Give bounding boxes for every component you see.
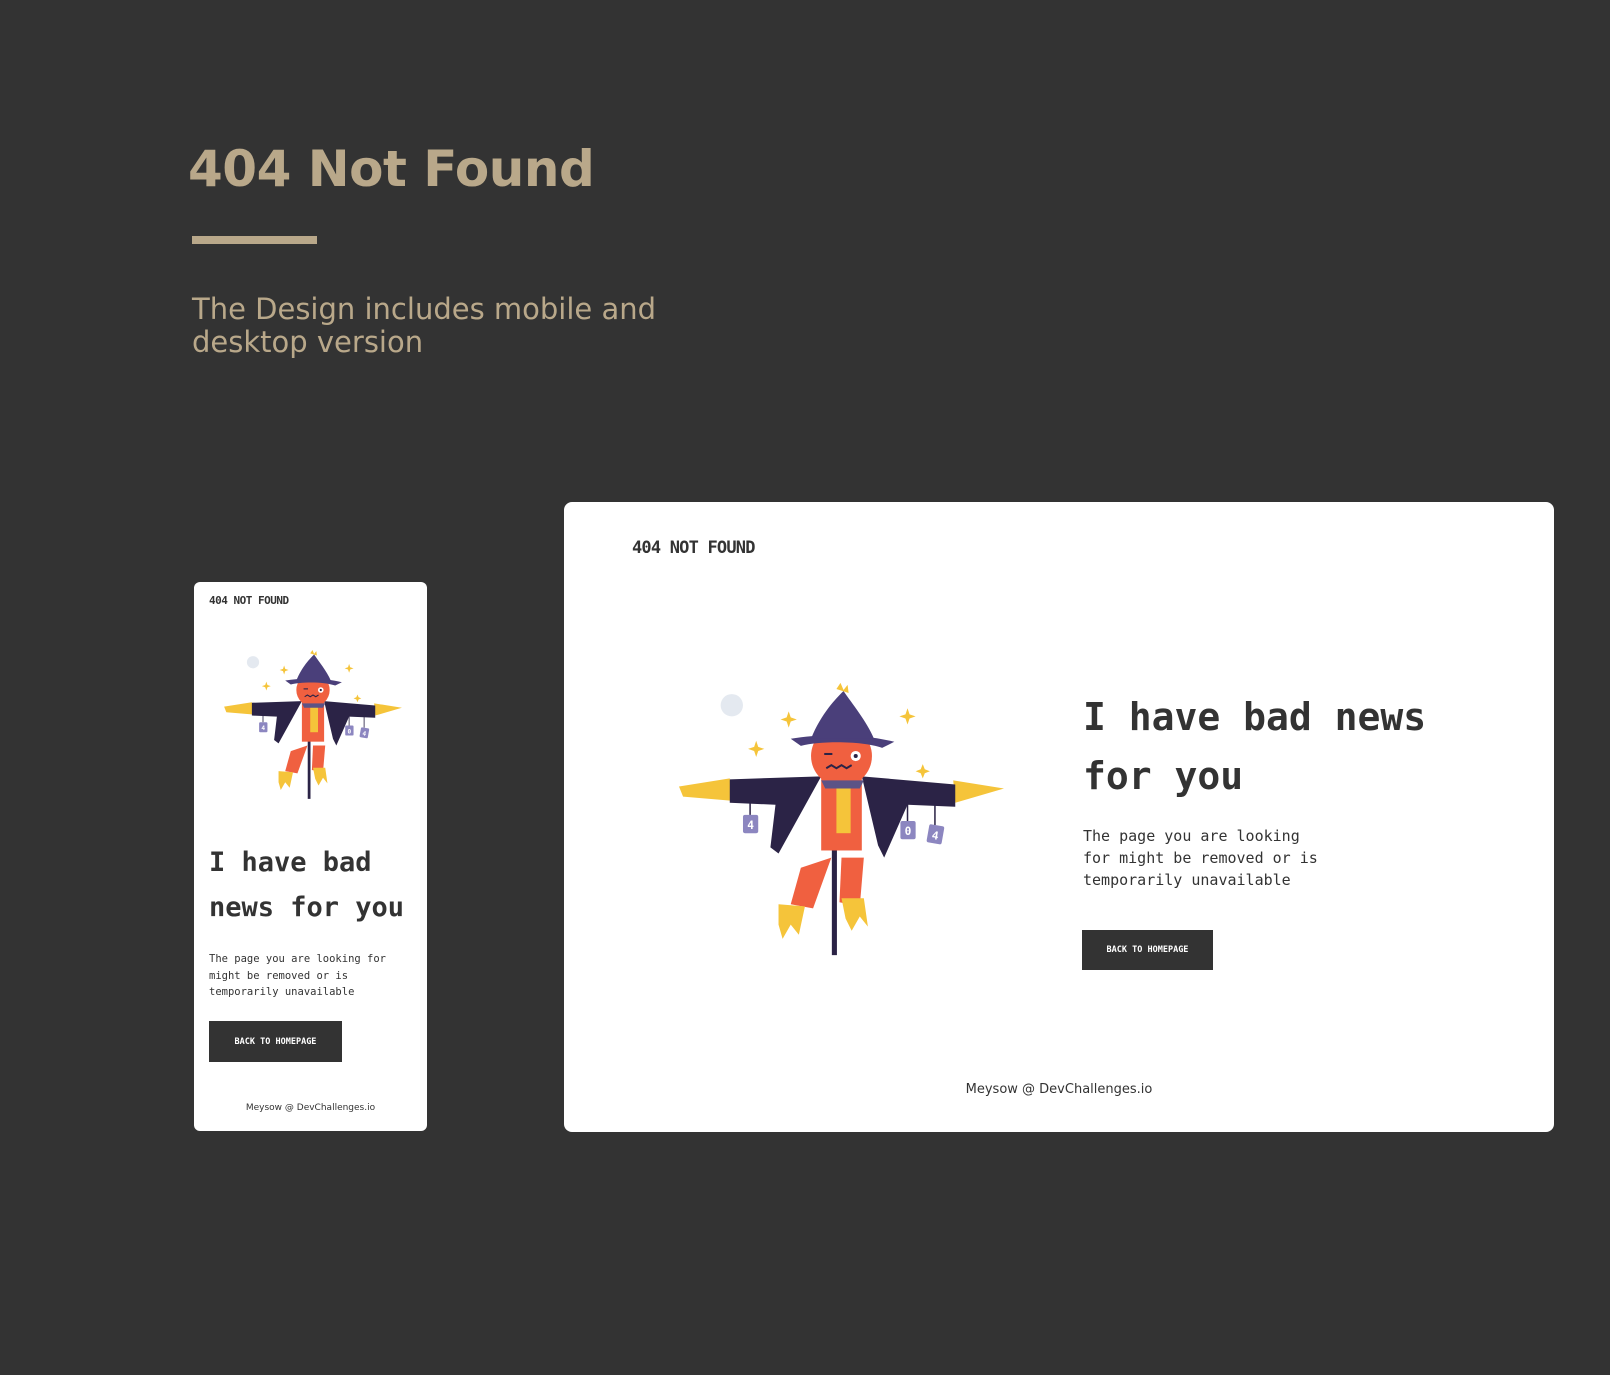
presentation-title: 404 Not Found [188,140,595,198]
mobile-back-to-homepage-button[interactable]: BACK TO HOMEPAGE [209,1021,342,1062]
mobile-footer-credit: Meysow @ DevChallenges.io [245,1103,376,1113]
desktop-brand-logo[interactable]: 404 NOT FOUND [632,538,755,558]
desktop-back-to-homepage-button[interactable]: BACK TO HOMEPAGE [1082,930,1213,970]
mobile-body-text: The page you are looking for might be re… [209,953,387,998]
title-underline [192,236,317,244]
mobile-brand-logo[interactable]: 404 NOT FOUND [209,594,289,607]
scarecrow-illustration [222,650,404,800]
scarecrow-illustration [679,682,1004,958]
desktop-body-text: The page you are looking for might be re… [1083,827,1318,889]
desktop-footer-credit: Meysow @ DevChallenges.io [965,1082,1153,1097]
mobile-mockup: 404 NOT FOUND I have bad news for you Th… [194,582,427,1131]
desktop-heading: I have bad news for you [1083,695,1427,798]
mobile-heading: I have bad news for you [209,847,405,923]
presentation-subtitle: The Design includes mobile and desktop v… [192,292,657,359]
desktop-mockup: 404 NOT FOUND I have bad news for you Th… [564,502,1554,1132]
